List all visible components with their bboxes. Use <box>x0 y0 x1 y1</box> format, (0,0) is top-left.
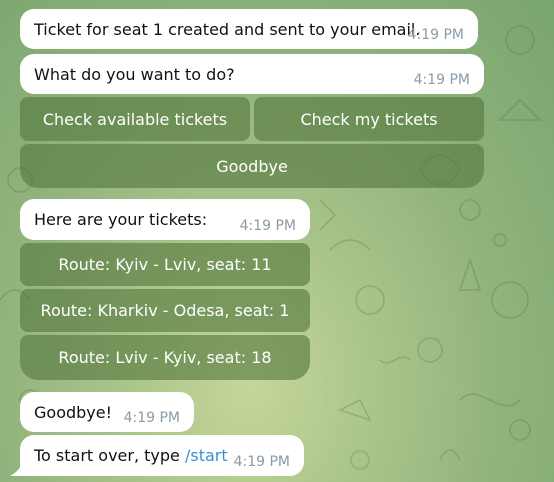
message-text: Here are your tickets: <box>34 210 208 229</box>
message-timestamp: 4:19 PM <box>239 218 296 234</box>
message-bubble: What do you want to do? 4:19 PM <box>20 54 484 94</box>
message-timestamp: 4:19 PM <box>413 72 470 88</box>
message-timestamp: 4:19 PM <box>233 454 290 470</box>
message-text: Goodbye! <box>34 403 113 422</box>
ticket-button[interactable]: Route: Kyiv - Lviv, seat: 11 <box>20 243 310 286</box>
message-text: Ticket for seat 1 created and sent to yo… <box>34 20 421 39</box>
message-timestamp: 4:19 PM <box>123 410 180 426</box>
goodbye-button[interactable]: Goodbye <box>20 144 484 188</box>
message-text: To start over, type /start <box>34 446 228 465</box>
message-timestamp: 4:19 PM <box>407 27 464 43</box>
message-bubble: Ticket for seat 1 created and sent to yo… <box>20 9 478 49</box>
message-bubble: Goodbye! 4:19 PM <box>20 392 194 432</box>
check-available-tickets-button[interactable]: Check available tickets <box>20 97 250 141</box>
ticket-button[interactable]: Route: Lviv - Kyiv, seat: 18 <box>20 335 310 380</box>
message-text: What do you want to do? <box>34 65 235 84</box>
message-bubble: Here are your tickets: 4:19 PM <box>20 199 310 240</box>
ticket-button[interactable]: Route: Kharkiv - Odesa, seat: 1 <box>20 289 310 332</box>
message-bubble: To start over, type /start 4:19 PM <box>20 435 304 476</box>
start-command-link[interactable]: /start <box>185 446 228 465</box>
message-text-prefix: To start over, type <box>34 446 185 465</box>
check-my-tickets-button[interactable]: Check my tickets <box>254 97 484 141</box>
